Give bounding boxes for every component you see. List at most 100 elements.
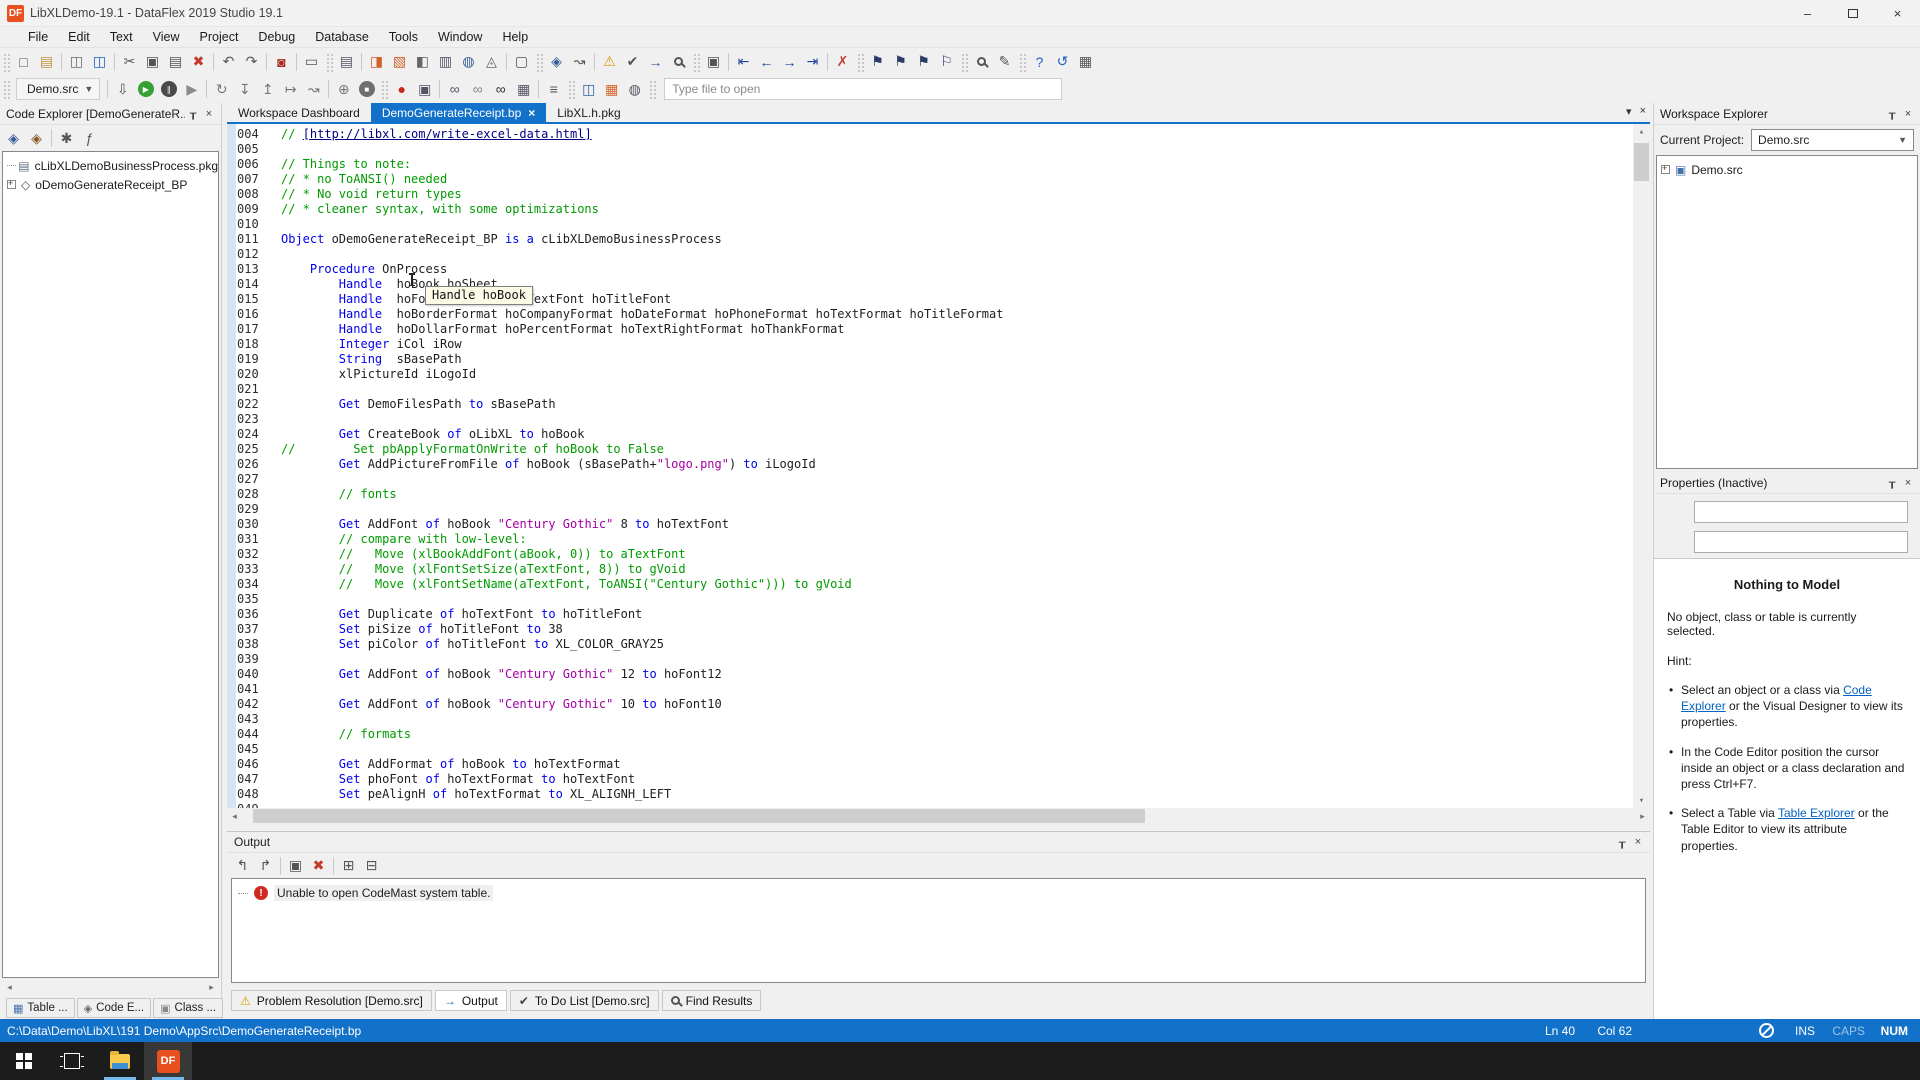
copy-button[interactable]: ▣ [141, 51, 164, 73]
vscroll-thumb[interactable] [1634, 143, 1649, 181]
code-line-043[interactable]: 043 [227, 712, 1650, 727]
code-line-010[interactable]: 010 [227, 217, 1650, 232]
quick-watch-button[interactable]: ∞ [466, 78, 489, 100]
run-debug-button[interactable]: ▶ [180, 78, 203, 100]
hscroll-thumb[interactable] [253, 809, 1145, 823]
expand-icon[interactable] [7, 180, 16, 189]
code-line-009[interactable]: 009// * cleaner syntax, with some optimi… [227, 202, 1650, 217]
tab-class-explorer[interactable]: ▣Class ... [153, 998, 223, 1018]
scroll-up-icon[interactable]: ▴ [1633, 124, 1650, 139]
dataflex-taskbar-button[interactable]: DF [144, 1042, 192, 1080]
tab-table-explorer[interactable]: ▦Table ... [6, 998, 75, 1018]
code-line-011[interactable]: 011Object oDemoGenerateReceipt_BP is a c… [227, 232, 1650, 247]
compile-button[interactable]: ⇩ [111, 78, 134, 100]
sync-code-up-button[interactable]: ◈ [2, 127, 25, 149]
menu-view[interactable]: View [143, 28, 190, 46]
code-line-041[interactable]: 041 [227, 682, 1650, 697]
tab-output[interactable]: →Output [435, 990, 507, 1011]
problem-resolution-button[interactable]: ⚠ [598, 51, 621, 73]
menu-debug[interactable]: Debug [248, 28, 305, 46]
tab-code-explorer[interactable]: ◈Code E... [77, 998, 151, 1018]
class-browser-button[interactable]: ▥ [434, 51, 457, 73]
tab-problem-resolution[interactable]: ⚠Problem Resolution [Demo.src] [231, 990, 432, 1011]
next-message-button[interactable]: ↱ [254, 855, 277, 877]
tab-find-results[interactable]: Find Results [662, 990, 762, 1011]
code-line-005[interactable]: 005 [227, 142, 1650, 157]
redo-button[interactable]: ↷ [240, 51, 263, 73]
menu-project[interactable]: Project [190, 28, 249, 46]
restart-button[interactable]: ↻ [210, 78, 233, 100]
menu-file[interactable]: File [18, 28, 58, 46]
paste-button[interactable]: ▤ [164, 51, 187, 73]
goto-definition-button[interactable]: → [644, 51, 667, 73]
close-icon[interactable]: × [1900, 106, 1916, 122]
record-macro-button[interactable]: ◙ [270, 51, 293, 73]
set-web-property-button[interactable]: ✱ [55, 127, 78, 149]
locals-window-button[interactable]: ∞ [489, 78, 512, 100]
code-line-042[interactable]: 042 Get AddFont of hoBook "Century Gothi… [227, 697, 1650, 712]
editor-hscrollbar[interactable]: ◂ ▸ [227, 808, 1650, 824]
code-line-026[interactable]: 026 Get AddPictureFromFile of hoBook (sB… [227, 457, 1650, 472]
tab-strip-close-icon[interactable]: × [1640, 105, 1646, 118]
tab-libxl-h-pkg[interactable]: LibXL.h.pkg [546, 103, 631, 122]
expand-icon[interactable] [1661, 165, 1670, 174]
menu-database[interactable]: Database [305, 28, 379, 46]
table-viewer-button[interactable]: ▦ [600, 78, 623, 100]
database-builder-button[interactable]: ◬ [480, 51, 503, 73]
menu-text[interactable]: Text [100, 28, 143, 46]
open-workspace-button[interactable]: ▤ [35, 51, 58, 73]
delete-button[interactable]: ✖ [187, 51, 210, 73]
code-line-013[interactable]: 013 Procedure OnProcess [227, 262, 1650, 277]
step-into-button[interactable]: ↧ [233, 78, 256, 100]
menu-edit[interactable]: Edit [58, 28, 100, 46]
code-line-029[interactable]: 029 [227, 502, 1650, 517]
code-line-035[interactable]: 035 [227, 592, 1650, 607]
code-line-019[interactable]: 019 String sBasePath [227, 352, 1650, 367]
bookmark-toggle-button[interactable]: ⚑ [866, 51, 889, 73]
scroll-down-icon[interactable]: ▾ [1633, 793, 1650, 808]
tab-demogeneratereceipt-bp[interactable]: DemoGenerateReceipt.bp× [371, 103, 546, 122]
minimize-button[interactable]: – [1785, 0, 1830, 27]
code-line-027[interactable]: 027 [227, 472, 1650, 487]
find-button[interactable] [970, 51, 993, 73]
tree-item-demo-src[interactable]: ▣Demo.src [1657, 160, 1917, 179]
close-icon[interactable]: × [1630, 834, 1646, 850]
sync-to-designer-button[interactable]: ◈ [545, 51, 568, 73]
code-line-016[interactable]: 016 Handle hoBorderFormat hoCompanyForma… [227, 307, 1650, 322]
menu-help[interactable]: Help [492, 28, 538, 46]
pin-icon[interactable]: ┰ [1884, 475, 1900, 491]
clear-output-button[interactable]: ✖ [307, 855, 330, 877]
code-line-004[interactable]: 004// [http://libxl.com/write-excel-data… [227, 127, 1650, 142]
code-line-028[interactable]: 028 // fonts [227, 487, 1650, 502]
code-line-039[interactable]: 039 [227, 652, 1650, 667]
scroll-right-icon[interactable]: ▸ [1635, 809, 1650, 824]
code-line-037[interactable]: 037 Set piSize of hoTitleFont to 38 [227, 622, 1650, 637]
save-all-button[interactable]: ◫ [88, 51, 111, 73]
watch-window-button[interactable]: ∞ [443, 78, 466, 100]
code-editor[interactable]: 004// [http://libxl.com/write-excel-data… [227, 124, 1650, 808]
cut-button[interactable]: ✂ [118, 51, 141, 73]
code-line-031[interactable]: 031 // compare with low-level: [227, 532, 1650, 547]
table-explorer-link[interactable]: Table Explorer [1778, 806, 1855, 820]
code-line-038[interactable]: 038 Set piColor of hoTitleFont to XL_COL… [227, 637, 1650, 652]
attach-process-button[interactable]: ⊕ [332, 78, 355, 100]
pause-button[interactable]: ∥ [157, 78, 180, 100]
code-line-036[interactable]: 036 Get Duplicate of hoTextFont to hoTit… [227, 607, 1650, 622]
code-line-012[interactable]: 012 [227, 247, 1650, 262]
code-line-018[interactable]: 018 Integer iCol iRow [227, 337, 1650, 352]
pin-icon[interactable]: ┰ [1884, 106, 1900, 122]
code-line-017[interactable]: 017 Handle hoDollarFormat hoPercentForma… [227, 322, 1650, 337]
save-button[interactable]: ◫ [65, 51, 88, 73]
print-button[interactable]: ▭ [300, 51, 323, 73]
order-entry-view-button[interactable]: ▤ [335, 51, 358, 73]
step-over-button[interactable]: ↝ [302, 78, 325, 100]
previous-message-button[interactable]: ↰ [231, 855, 254, 877]
bookmark-clear-button[interactable]: ⚐ [935, 51, 958, 73]
menu-window[interactable]: Window [428, 28, 492, 46]
sql-monitor-button[interactable]: ◍ [623, 78, 646, 100]
editor-vscrollbar[interactable]: ▴ ▾ [1633, 124, 1650, 808]
database-explorer-button[interactable]: ◫ [577, 78, 600, 100]
start-button[interactable] [0, 1042, 48, 1080]
close-button[interactable]: × [1875, 0, 1920, 27]
code-line-047[interactable]: 047 Set phoFont of hoTextFormat to hoTex… [227, 772, 1650, 787]
